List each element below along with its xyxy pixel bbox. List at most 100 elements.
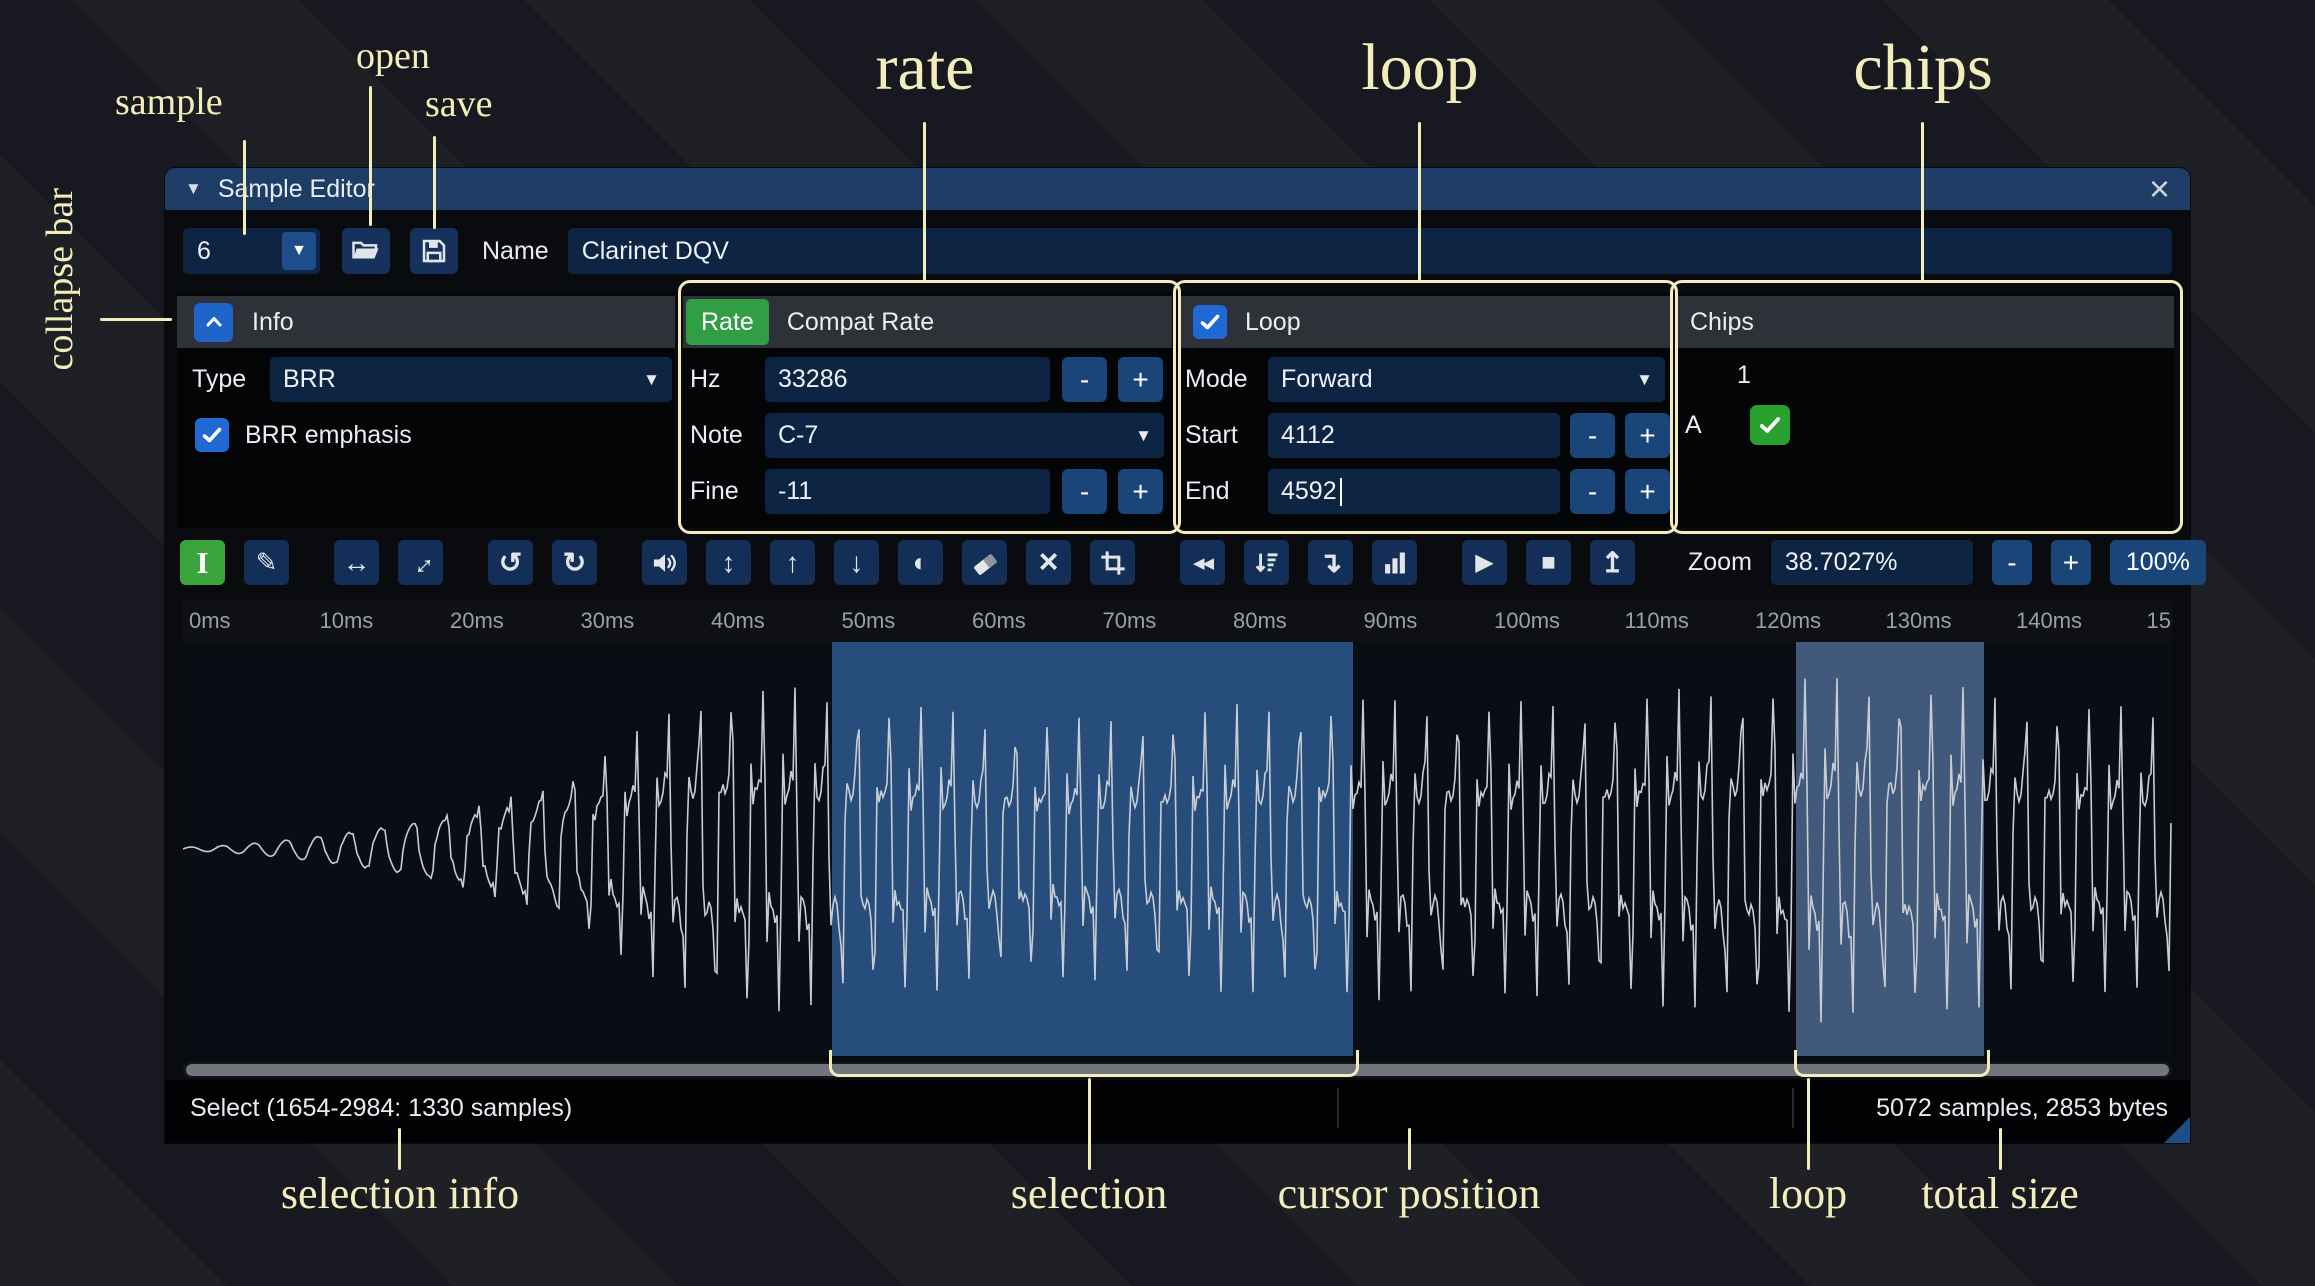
rate-badge[interactable]: Rate	[686, 299, 769, 345]
loop-end-label: End	[1185, 477, 1230, 505]
timeline-tick: 120ms	[1755, 608, 1822, 633]
fade-out-button[interactable]: ↓	[834, 540, 879, 585]
check-icon	[1200, 314, 1220, 330]
timeline-tick: 80ms	[1233, 608, 1287, 633]
chevron-down-icon[interactable]: ▼	[282, 232, 316, 270]
brr-emphasis-checkbox[interactable]	[195, 418, 229, 452]
save-button[interactable]	[410, 228, 458, 274]
waveform-display[interactable]	[183, 642, 2172, 1056]
timeline-ruler[interactable]: 0ms 10ms 20ms 30ms 40ms 50ms 60ms 70ms 80ms 90ms 1…	[183, 600, 2172, 642]
stop-preview-button[interactable]: ■	[1526, 540, 1571, 585]
loop-start-decrement-button[interactable]: -	[1570, 413, 1615, 458]
chips-panel-header: Chips	[1677, 296, 2174, 348]
zoom-in-button[interactable]: +	[2050, 540, 2091, 585]
zoom-input[interactable]: 38.7027%	[1770, 540, 1973, 585]
zoom-reset-button[interactable]: 100%	[2109, 540, 2206, 585]
chip-enable-checkbox[interactable]	[1750, 405, 1790, 445]
loop-end-input[interactable]: 4592	[1268, 469, 1560, 514]
timeline-tick: 0ms	[189, 608, 231, 633]
resize-grip[interactable]	[2164, 1117, 2190, 1143]
loop-end-value: 4592	[1281, 477, 1337, 505]
note-label: Note	[690, 421, 743, 449]
create-wavetable-button[interactable]: ↥	[1590, 540, 1635, 585]
waveform-svg	[183, 678, 2172, 1023]
invert-button[interactable]: ◐	[898, 540, 943, 585]
hz-row: Hz 33286 - +	[683, 357, 1172, 402]
hz-input[interactable]: 33286	[765, 357, 1050, 402]
collapse-bar-button[interactable]	[194, 302, 233, 342]
trim-button[interactable]	[1090, 540, 1135, 585]
fade-in-button[interactable]: ↑	[770, 540, 815, 585]
fine-increment-button[interactable]: +	[1118, 469, 1163, 514]
loop-enable-checkbox[interactable]	[1193, 305, 1227, 339]
type-row: Type BRR ▼	[177, 357, 675, 402]
redo-button[interactable]: ↻	[552, 540, 597, 585]
sample-selector[interactable]: 6 ▼	[183, 228, 320, 274]
loop-panel-header: Loop	[1178, 296, 1670, 348]
fine-row: Fine -11 - +	[683, 469, 1172, 514]
diagonal-arrows-icon: ↔	[399, 541, 442, 584]
loop-start-increment-button[interactable]: +	[1625, 413, 1670, 458]
vertical-arrows-icon: ↕	[721, 546, 736, 578]
resample-button[interactable]: ↔	[398, 540, 443, 585]
waveform-scrollbar[interactable]	[183, 1062, 2172, 1078]
fine-decrement-button[interactable]: -	[1062, 469, 1107, 514]
type-dropdown[interactable]: BRR ▼	[270, 357, 672, 402]
sample-annotation: sample	[115, 81, 223, 123]
reverse-button[interactable]: ◀◀	[1180, 540, 1225, 585]
titlebar[interactable]: ▼ Sample Editor ×	[165, 168, 2190, 210]
text-cursor	[1339, 477, 1342, 506]
delete-button[interactable]: ×	[1026, 540, 1071, 585]
upload-icon: ↥	[1600, 547, 1625, 578]
name-input[interactable]: Clarinet DQV	[567, 228, 2172, 274]
loop-mode-value: Forward	[1281, 365, 1373, 393]
zoom-out-button[interactable]: -	[1991, 540, 2032, 585]
signed-exchange-button[interactable]	[1244, 540, 1289, 585]
amplify-button[interactable]	[642, 540, 687, 585]
horizontal-arrows-icon: ↔	[342, 546, 371, 578]
timeline-tick: 10ms	[319, 608, 374, 633]
loop-mode-label: Mode	[1185, 365, 1248, 393]
timeline-tick: 90ms	[1363, 608, 1418, 633]
hz-decrement-button[interactable]: -	[1062, 357, 1107, 402]
loop-start-input[interactable]: 4112	[1268, 413, 1560, 458]
chip-column-header: 1	[1737, 361, 1751, 389]
window-collapse-icon[interactable]: ▼	[185, 179, 202, 199]
timeline-tick: 20ms	[450, 608, 504, 633]
rate-panel-header: Rate Compat Rate	[683, 296, 1172, 348]
crop-icon	[1100, 550, 1125, 575]
preview-button[interactable]: ▶	[1462, 540, 1507, 585]
fine-input[interactable]: -11	[765, 469, 1050, 514]
collapse-bar-annotation-line	[100, 318, 172, 321]
undo-icon: ↺	[498, 547, 523, 578]
chevron-down-icon: ▼	[1636, 369, 1653, 389]
resize-button[interactable]: ↔	[334, 540, 379, 585]
open-button[interactable]	[342, 228, 390, 274]
pencil-icon: ✎	[255, 547, 278, 577]
loop-annotation: loop	[1361, 31, 1479, 104]
rate-panel: Rate Compat Rate Hz 33286 - + Note C-7 ▼…	[683, 293, 1172, 528]
scrollbar-thumb[interactable]	[186, 1064, 2169, 1076]
arrow-down-icon: ↓	[849, 546, 864, 578]
normalize-button[interactable]: ↕	[706, 540, 751, 585]
info-panel-header: Info	[177, 296, 675, 348]
filter-button[interactable]	[1372, 540, 1417, 585]
draw-tool-button[interactable]: ✎	[244, 540, 289, 585]
name-label: Name	[482, 236, 549, 265]
loop-mode-dropdown[interactable]: Forward ▼	[1268, 357, 1665, 402]
cross-icon: ×	[1038, 543, 1059, 581]
hz-increment-button[interactable]: +	[1118, 357, 1163, 402]
downmix-button[interactable]: ↴	[1308, 540, 1353, 585]
silence-button[interactable]	[962, 540, 1007, 585]
loop-end-decrement-button[interactable]: -	[1570, 469, 1615, 514]
timeline-tick: 60ms	[972, 608, 1026, 633]
loop-end-increment-button[interactable]: +	[1625, 469, 1670, 514]
close-icon[interactable]: ×	[2149, 168, 2170, 210]
waveform-path	[183, 678, 2172, 1023]
sample-header-row: 6 ▼ Name Clarinet DQV	[183, 228, 2172, 274]
select-tool-button[interactable]: I	[180, 540, 225, 585]
note-dropdown[interactable]: C-7 ▼	[765, 413, 1164, 458]
bar-chart-icon	[1384, 552, 1405, 573]
fine-input-value: -11	[778, 477, 813, 505]
undo-button[interactable]: ↺	[488, 540, 533, 585]
